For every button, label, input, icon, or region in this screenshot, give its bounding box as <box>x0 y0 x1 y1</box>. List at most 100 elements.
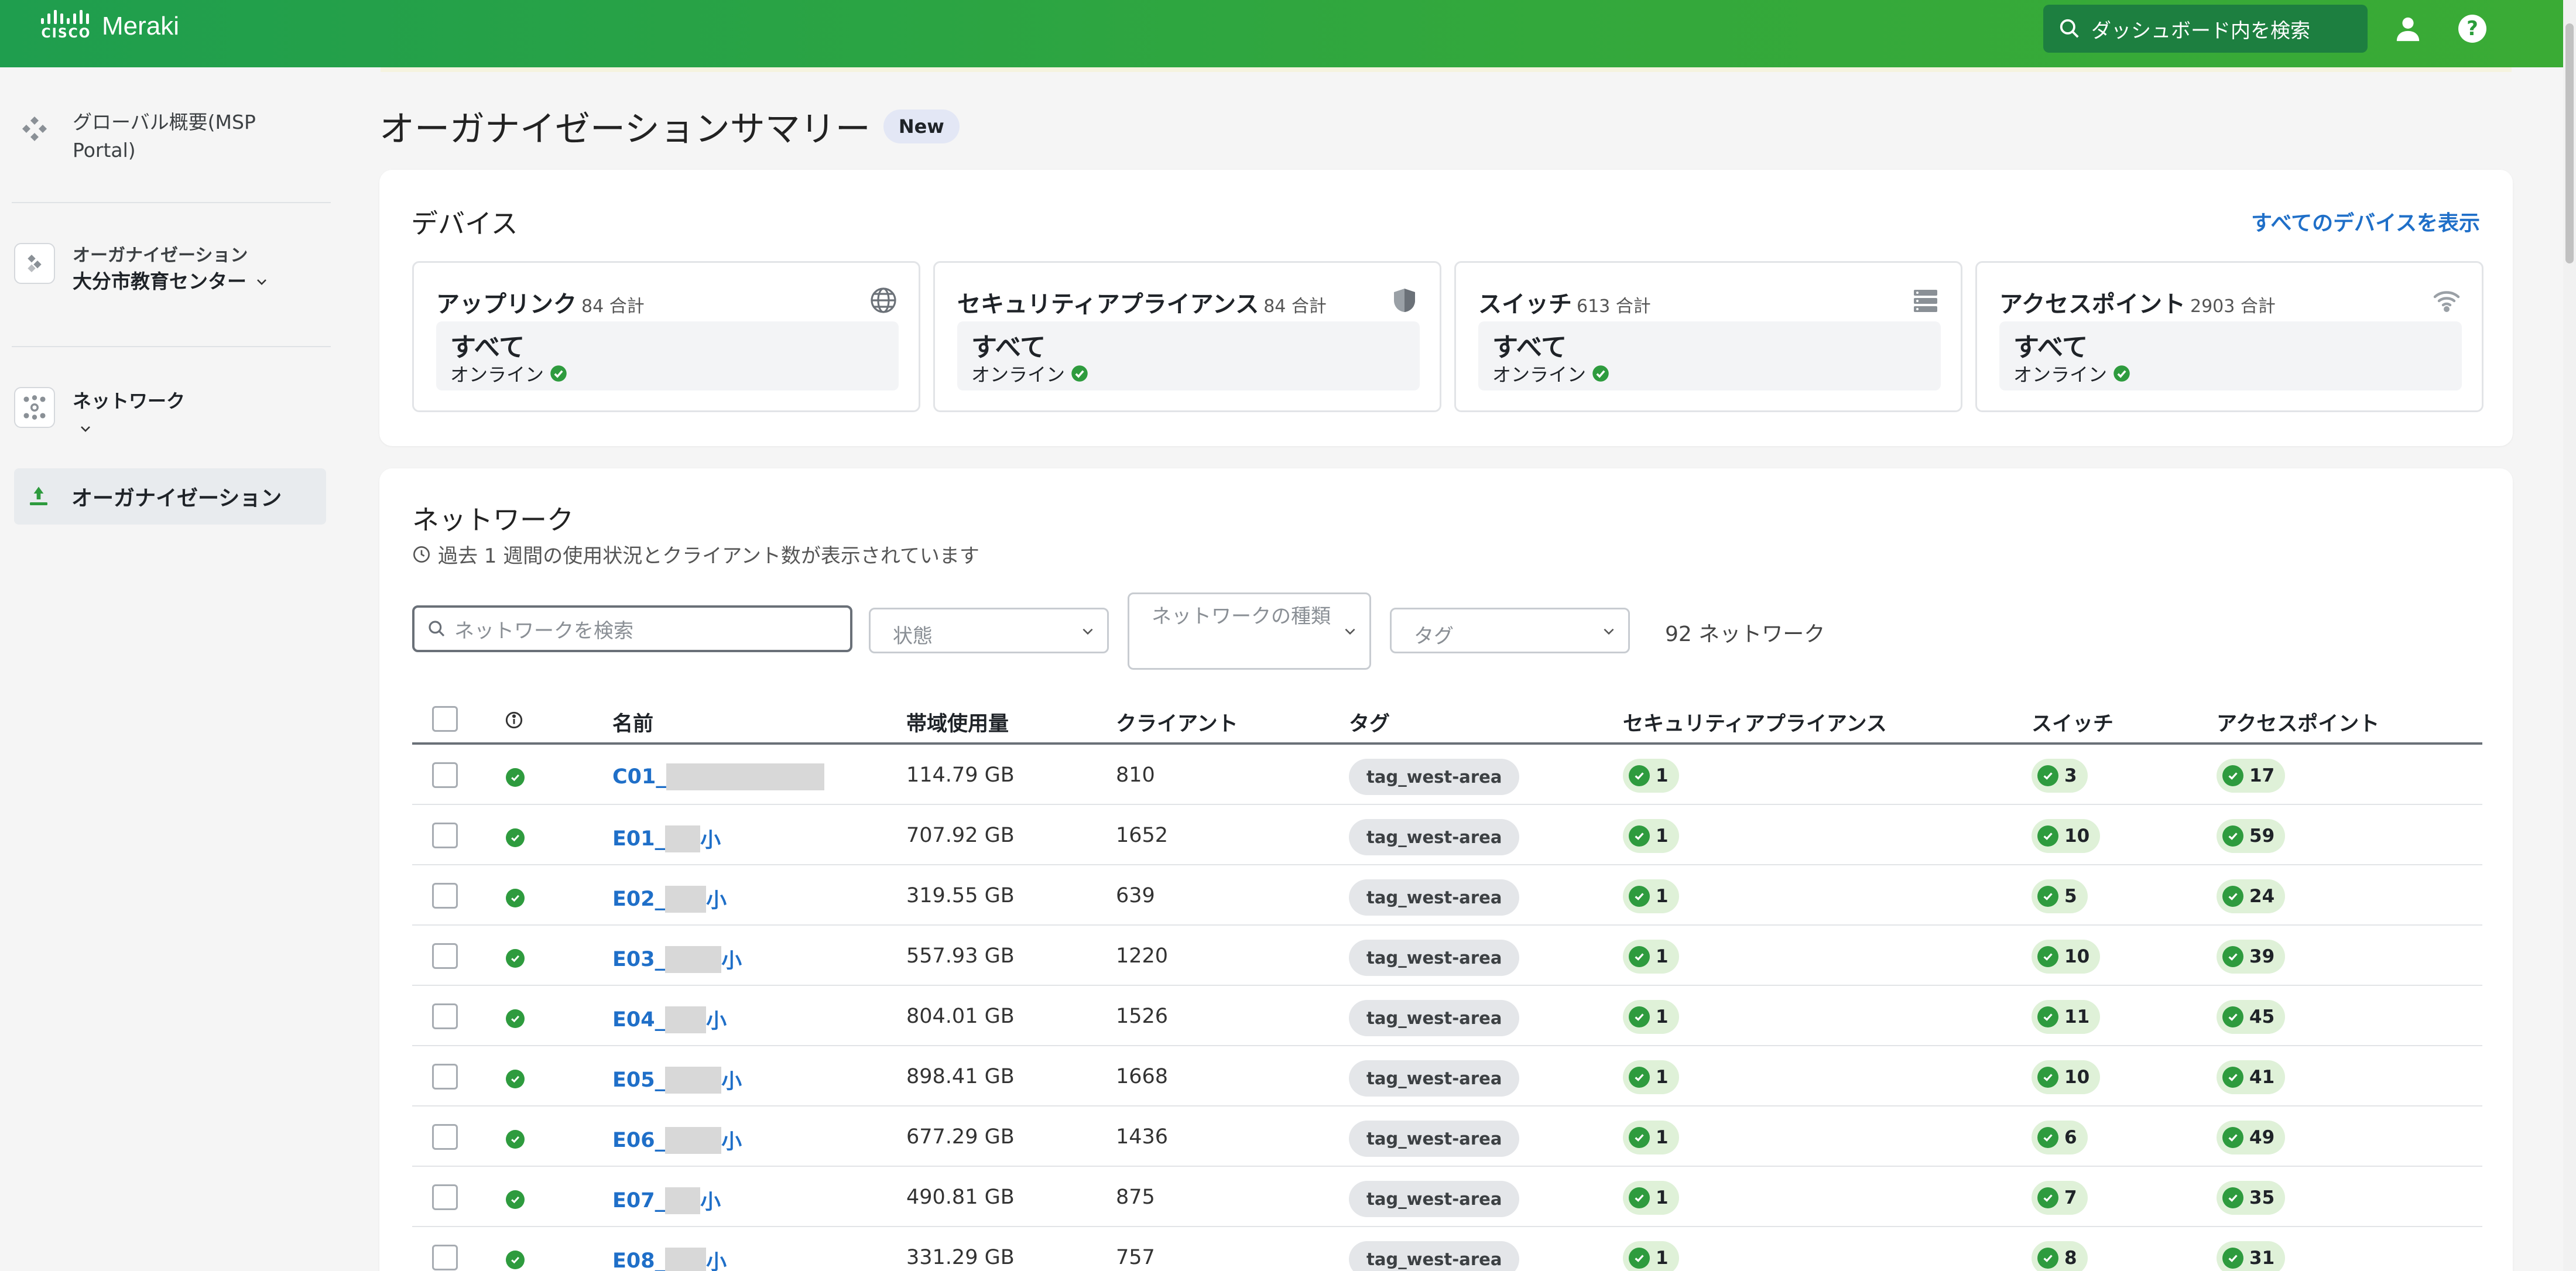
device-tile-uplink[interactable]: アップリンク 84 合計 すべて オンライン <box>412 261 920 412</box>
switch-count[interactable]: 7 <box>2032 1181 2088 1215</box>
security-appliance-count[interactable]: 1 <box>1623 1121 1679 1154</box>
access-point-count[interactable]: 41 <box>2217 1060 2286 1094</box>
security-appliance-count[interactable]: 1 <box>1623 879 1679 913</box>
table-row[interactable]: E07_ 小 490.81 GB 875 tag_west-area 1 7 3… <box>412 1167 2482 1227</box>
tag-pill[interactable]: tag_west-area <box>1349 759 1520 795</box>
access-point-count[interactable]: 17 <box>2217 759 2286 793</box>
device-tile-security-appliance[interactable]: セキュリティアプライアンス 84 合計 すべて オンライン <box>933 261 1441 412</box>
security-appliance-count[interactable]: 1 <box>1623 1181 1679 1215</box>
row-checkbox[interactable] <box>432 762 458 788</box>
meraki-logo[interactable]: CISCO Meraki <box>40 8 179 41</box>
network-name-link[interactable]: E01_ 小 <box>612 824 721 854</box>
switch-count[interactable]: 10 <box>2032 940 2101 974</box>
network-name-link[interactable]: E06_ 小 <box>612 1125 742 1155</box>
chevron-down-icon[interactable] <box>78 422 93 436</box>
tag-pill[interactable]: tag_west-area <box>1349 940 1520 976</box>
tag-pill[interactable]: tag_west-area <box>1349 1181 1520 1217</box>
access-point-count[interactable]: 59 <box>2217 819 2286 853</box>
access-point-count[interactable]: 35 <box>2217 1181 2286 1215</box>
network-name-link[interactable]: E03_ 小 <box>612 944 742 974</box>
bandwidth-value: 319.55 GB <box>906 884 1015 907</box>
row-checkbox[interactable] <box>432 1124 458 1150</box>
device-tile-switch[interactable]: スイッチ 613 合計 すべて オンライン <box>1454 261 1962 412</box>
access-point-count[interactable]: 24 <box>2217 879 2286 913</box>
security-appliance-count[interactable]: 1 <box>1623 1000 1679 1034</box>
network-name-link[interactable]: C01_ <box>612 763 824 790</box>
table-row[interactable]: E08_ 小 331.29 GB 757 tag_west-area 1 8 3… <box>412 1227 2482 1271</box>
network-name-link[interactable]: E04_ 小 <box>612 1005 727 1034</box>
switch-count[interactable]: 6 <box>2032 1121 2088 1154</box>
redacted-name <box>665 1006 707 1033</box>
network-name-link[interactable]: E05_ 小 <box>612 1065 742 1095</box>
sidebar-item-network[interactable]: ネットワーク <box>14 387 185 443</box>
column-header-clients[interactable]: クライアント <box>1116 707 1238 737</box>
org-name-row[interactable]: 大分市教育センター <box>73 269 269 294</box>
tag-filter-dropdown[interactable]: タグ <box>1390 608 1630 653</box>
table-row[interactable]: E05_ 小 898.41 GB 1668 tag_west-area 1 10… <box>412 1046 2482 1106</box>
switch-count[interactable]: 3 <box>2032 759 2088 793</box>
switch-count[interactable]: 10 <box>2032 1060 2101 1094</box>
column-header-switch[interactable]: スイッチ <box>2032 707 2113 737</box>
device-tile-access-point[interactable]: アクセスポイント 2903 合計 すべて オンライン <box>1975 261 2483 412</box>
page-scrollbar[interactable] <box>2563 0 2576 1271</box>
check-circle-icon <box>1629 886 1650 907</box>
access-point-count-value: 35 <box>2249 1187 2275 1208</box>
column-header-name[interactable]: 名前 <box>612 707 653 737</box>
switch-count[interactable]: 5 <box>2032 879 2088 913</box>
network-type-filter-dropdown[interactable]: ネットワークの種類 <box>1128 592 1371 670</box>
scrollbar-thumb[interactable] <box>2565 23 2574 263</box>
row-checkbox[interactable] <box>432 883 458 909</box>
row-checkbox[interactable] <box>432 943 458 969</box>
tag-pill[interactable]: tag_west-area <box>1349 1060 1520 1097</box>
sidebar-org-selector[interactable]: オーガナイゼーション 大分市教育センター <box>14 243 269 294</box>
access-point-count[interactable]: 45 <box>2217 1000 2286 1034</box>
row-checkbox[interactable] <box>432 823 458 848</box>
network-name-link[interactable]: E08_ 小 <box>612 1246 727 1271</box>
switch-count[interactable]: 10 <box>2032 819 2101 853</box>
access-point-count[interactable]: 39 <box>2217 940 2286 974</box>
tag-pill[interactable]: tag_west-area <box>1349 1000 1520 1036</box>
tag-pill[interactable]: tag_west-area <box>1349 879 1520 916</box>
column-header-security-appliance[interactable]: セキュリティアプライアンス <box>1623 707 1887 737</box>
switch-count[interactable]: 11 <box>2032 1000 2101 1034</box>
access-point-count[interactable]: 31 <box>2217 1241 2286 1271</box>
switch-count[interactable]: 8 <box>2032 1241 2088 1271</box>
tag-pill[interactable]: tag_west-area <box>1349 1121 1520 1157</box>
network-name-link[interactable]: E07_ 小 <box>612 1186 721 1215</box>
row-checkbox[interactable] <box>432 1184 458 1210</box>
switch-count-value: 8 <box>2064 1248 2077 1269</box>
column-header-tag[interactable]: タグ <box>1349 707 1390 737</box>
help-button[interactable]: ? <box>2457 13 2488 44</box>
security-appliance-count[interactable]: 1 <box>1623 1060 1679 1094</box>
row-checkbox[interactable] <box>432 1064 458 1090</box>
sidebar-item-global-overview[interactable]: グローバル概要(MSP Portal) <box>14 108 256 165</box>
cisco-logo-icon <box>41 9 89 24</box>
dashboard-search-input[interactable]: ダッシュボード内を検索 <box>2043 5 2368 53</box>
network-search-input[interactable]: ネットワークを検索 <box>412 605 852 652</box>
user-menu-button[interactable] <box>2392 13 2424 44</box>
sidebar-item-organization[interactable]: オーガナイゼーション <box>14 468 326 525</box>
status-ok-icon <box>506 828 525 847</box>
access-point-count[interactable]: 49 <box>2217 1121 2286 1154</box>
info-icon[interactable] <box>505 711 523 729</box>
tag-pill[interactable]: tag_west-area <box>1349 819 1520 855</box>
security-appliance-count[interactable]: 1 <box>1623 1241 1679 1271</box>
security-appliance-count[interactable]: 1 <box>1623 940 1679 974</box>
view-all-devices-link[interactable]: すべてのデバイスを表示 <box>2251 206 2480 237</box>
table-row[interactable]: E02_ 小 319.55 GB 639 tag_west-area 1 5 2… <box>412 865 2482 926</box>
column-header-access-point[interactable]: アクセスポイント <box>2217 707 2379 737</box>
table-row[interactable]: E06_ 小 677.29 GB 1436 tag_west-area 1 6 … <box>412 1106 2482 1167</box>
table-row[interactable]: C01_ 114.79 GB 810 tag_west-area 1 3 17 <box>412 745 2482 805</box>
status-filter-dropdown[interactable]: 状態 <box>869 608 1109 653</box>
select-all-checkbox[interactable] <box>432 706 458 732</box>
security-appliance-count[interactable]: 1 <box>1623 819 1679 853</box>
security-appliance-count[interactable]: 1 <box>1623 759 1679 793</box>
row-checkbox[interactable] <box>432 1245 458 1270</box>
row-checkbox[interactable] <box>432 1003 458 1029</box>
tag-pill[interactable]: tag_west-area <box>1349 1241 1520 1271</box>
network-name-link[interactable]: E02_ 小 <box>612 884 727 914</box>
table-row[interactable]: E03_ 小 557.93 GB 1220 tag_west-area 1 10… <box>412 926 2482 986</box>
table-row[interactable]: E04_ 小 804.01 GB 1526 tag_west-area 1 11… <box>412 986 2482 1046</box>
table-row[interactable]: E01_ 小 707.92 GB 1652 tag_west-area 1 10… <box>412 805 2482 865</box>
column-header-bandwidth[interactable]: 帯域使用量 <box>906 707 1009 737</box>
